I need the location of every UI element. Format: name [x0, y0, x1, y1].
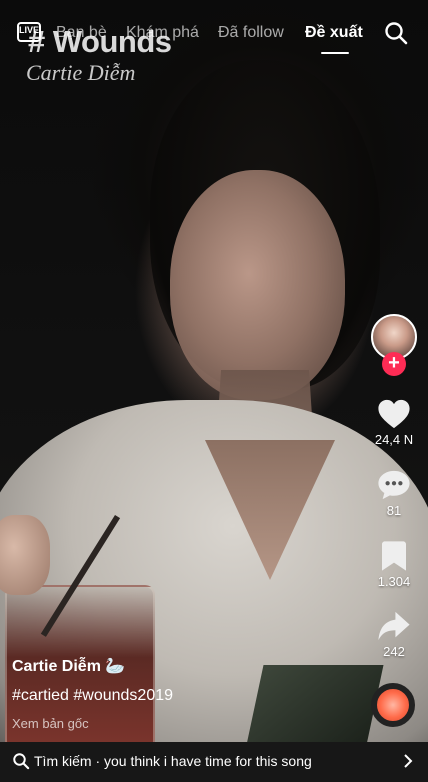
share-button[interactable]: 242 [364, 610, 424, 659]
chevron-right-icon [404, 754, 413, 768]
tab-for-you[interactable]: Đề xuất [305, 24, 363, 42]
save-count: 1.304 [377, 574, 411, 589]
tab-following[interactable]: Đã follow [218, 24, 284, 42]
search-icon [13, 753, 30, 770]
video-hashtags[interactable]: #cartied #wounds2019 [12, 687, 173, 705]
tab-friends[interactable]: Bạn bè [56, 24, 107, 42]
like-count: 24,4 N [374, 432, 414, 447]
see-original-link[interactable]: Xem bản gốc [12, 716, 89, 731]
suggested-search-text: Tìm kiếm · you think i have time for thi… [34, 753, 312, 769]
video-book [246, 665, 384, 742]
heart-icon [378, 399, 410, 429]
comment-icon [378, 470, 410, 500]
top-navigation: LIVE Bạn bè Khám phá Đã follow Đề xuất [0, 0, 428, 60]
search-icon[interactable] [384, 21, 408, 45]
video-subject-face [170, 170, 345, 400]
bookmark-icon [382, 541, 406, 571]
comment-button[interactable]: 81 [364, 469, 424, 518]
share-arrow-icon [378, 611, 410, 641]
tab-explore[interactable]: Khám phá [126, 24, 199, 42]
follow-plus-button[interactable]: + [382, 352, 406, 376]
comment-count: 81 [386, 503, 402, 518]
like-button[interactable]: 24,4 N [364, 398, 424, 447]
video-watermark-signature: Cartie Diễm [26, 60, 136, 85]
share-count: 242 [383, 644, 405, 659]
live-icon[interactable]: LIVE [14, 20, 44, 46]
video-hand [0, 515, 50, 595]
active-tab-indicator [321, 52, 349, 54]
suggested-search-bar[interactable]: Tìm kiếm · you think i have time for thi… [0, 742, 428, 782]
save-button[interactable]: 1.304 [364, 540, 424, 589]
music-disc-icon[interactable] [371, 683, 415, 727]
creator-name[interactable]: Cartie Diễm 🦢 [12, 656, 125, 676]
live-label: LIVE [18, 25, 39, 35]
